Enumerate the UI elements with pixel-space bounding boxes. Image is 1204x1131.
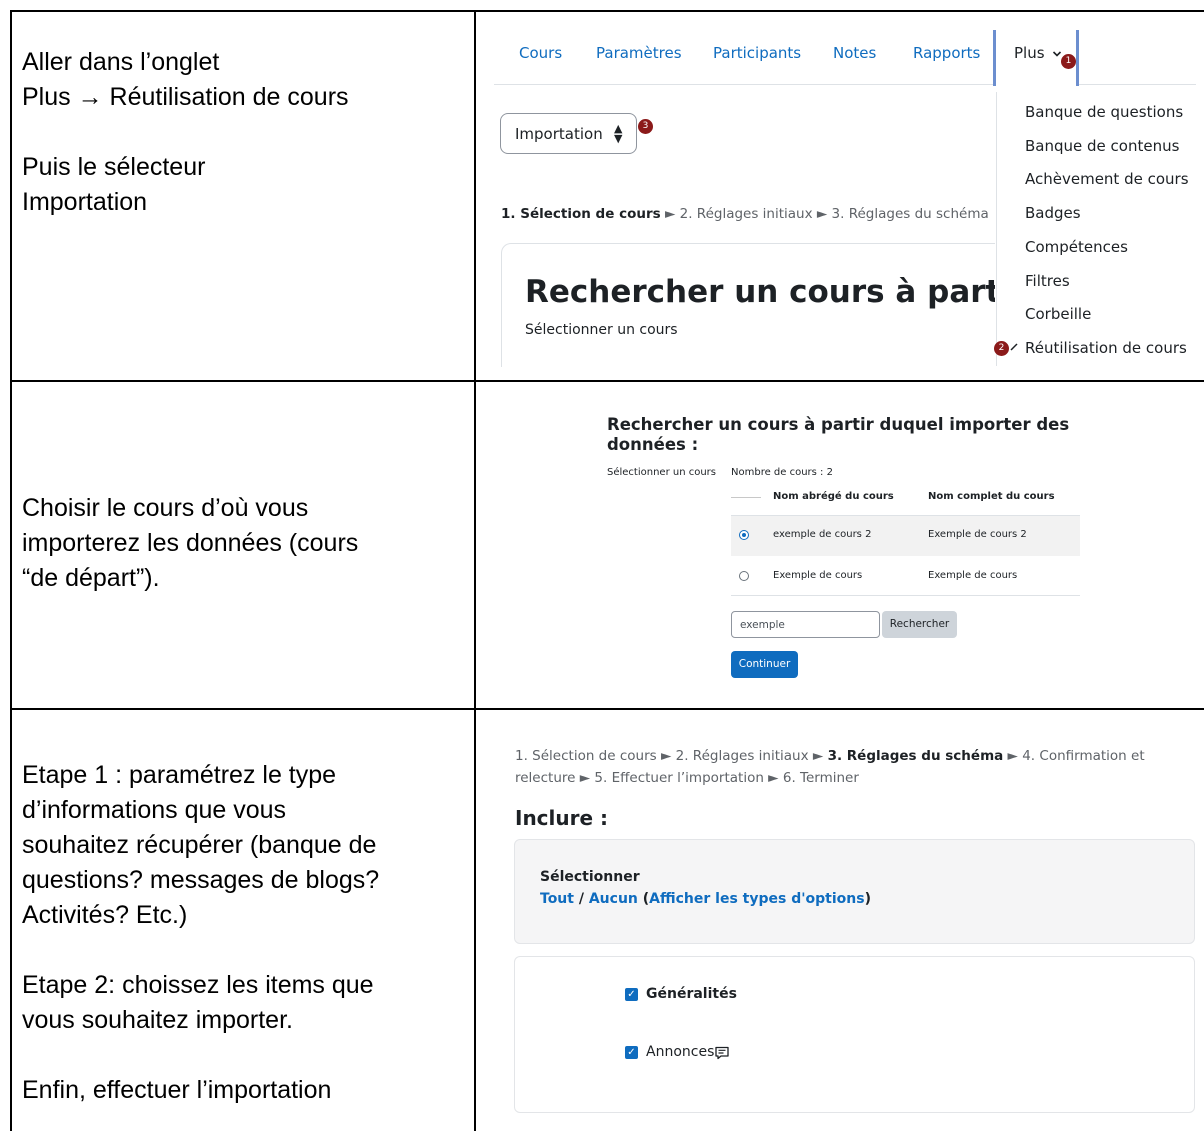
menu-item-reutilisation[interactable]: Réutilisation de cours	[1025, 339, 1187, 357]
tab-rapports[interactable]: Rapports	[913, 44, 980, 62]
steps-pre: 1. Sélection de cours ► 2. Réglages init…	[515, 748, 828, 764]
menu-item-achevement[interactable]: Achèvement de cours	[1025, 170, 1189, 188]
forum-icon	[715, 1046, 729, 1060]
menu-item-badges[interactable]: Badges	[1025, 204, 1081, 222]
course-full-1: Exemple de cours 2	[928, 529, 1027, 540]
options-panel	[514, 956, 1195, 1113]
col-header-full: Nom complet du cours	[928, 491, 1055, 502]
continue-button[interactable]: Continuer	[731, 651, 798, 678]
row-divider-2	[10, 708, 1204, 710]
select-links: Tout / Aucun (Afficher les types d'optio…	[540, 891, 871, 907]
search-card-sub: Sélectionner un cours	[525, 322, 678, 338]
paren-open: (	[637, 891, 650, 907]
arrow-right-icon	[1010, 343, 1018, 351]
course-short-1: exemple de cours 2	[773, 529, 872, 540]
course-search-title: Rechercher un cours à partir duquel impo…	[607, 415, 1070, 454]
menu-item-corbeille[interactable]: Corbeille	[1025, 305, 1091, 323]
instruction-row-1: Aller dans l’onglet Plus → Réutilisation…	[22, 48, 349, 216]
step-badge-2: 2	[994, 341, 1009, 356]
sort-arrows-icon: ▲ ▼	[614, 122, 623, 145]
tab-cours[interactable]: Cours	[519, 44, 562, 62]
select-all-link[interactable]: Tout	[540, 891, 574, 907]
option-generalites: Généralités	[646, 986, 737, 1002]
tab-notes[interactable]: Notes	[833, 44, 876, 62]
select-none-link[interactable]: Aucun	[589, 891, 638, 907]
tabs-divider	[494, 84, 1196, 85]
step-rest: ► 2. Réglages initiaux ► 3. Réglages du …	[660, 206, 989, 222]
tab-plus[interactable]: Plus	[1014, 44, 1062, 62]
tab-participants[interactable]: Participants	[713, 44, 801, 62]
show-option-types-link[interactable]: Afficher les types d'options	[649, 891, 864, 907]
import-selector-value: Importation	[515, 125, 603, 143]
menu-item-competences[interactable]: Compétences	[1025, 238, 1128, 256]
col-header-short: Nom abrégé du cours	[773, 491, 894, 502]
course-short-2: Exemple de cours	[773, 570, 863, 581]
course-radio-2[interactable]	[739, 571, 749, 581]
chevron-down-icon	[1053, 50, 1062, 57]
table-bottom-divider	[731, 595, 1080, 596]
select-sep: /	[573, 891, 589, 907]
select-title: Sélectionner	[540, 869, 640, 885]
option-annonces: Annonces	[646, 1044, 715, 1060]
step-badge-1: 1	[1061, 54, 1076, 69]
menu-item-filtres[interactable]: Filtres	[1025, 272, 1070, 290]
checkbox-checked-icon[interactable]: ✓	[625, 1046, 638, 1059]
tab-parametres[interactable]: Paramètres	[596, 44, 682, 62]
row-divider-1	[10, 380, 1204, 382]
tab-plus-label: Plus	[1014, 44, 1045, 62]
course-search-input[interactable]: exemple	[731, 611, 880, 638]
instruction-row-2: Choisir le cours d’où vous importerez le…	[22, 494, 359, 592]
course-select-label: Sélectionner un cours	[607, 467, 716, 478]
step-badge-3: 3	[638, 119, 653, 134]
include-heading: Inclure :	[515, 806, 609, 830]
course-full-2: Exemple de cours	[928, 570, 1018, 581]
table-header-rule	[731, 497, 761, 498]
course-radio-1[interactable]	[739, 530, 749, 540]
import-steps-full: 1. Sélection de cours ► 2. Réglages init…	[515, 745, 1195, 789]
paren-close: )	[864, 891, 871, 907]
search-button[interactable]: Rechercher	[882, 611, 957, 638]
checkbox-checked-icon[interactable]: ✓	[625, 988, 638, 1001]
search-card-heading: Rechercher un cours à partir duquel impo…	[525, 274, 995, 310]
search-course-card: Rechercher un cours à partir duquel impo…	[501, 243, 995, 367]
plus-dropdown-menu: Banque de questions Banque de contenus A…	[996, 92, 1204, 366]
menu-item-banque-questions[interactable]: Banque de questions	[1025, 103, 1183, 121]
steps-current: 3. Réglages du schéma	[827, 748, 1004, 764]
column-divider	[474, 10, 476, 1131]
step-current: 1. Sélection de cours	[501, 206, 661, 222]
course-count: Nombre de cours : 2	[731, 467, 833, 478]
instruction-row-3: Etape 1 : paramétrez le type d’informati…	[22, 761, 380, 1104]
menu-item-banque-contenus[interactable]: Banque de contenus	[1025, 137, 1179, 155]
import-steps-breadcrumb: 1. Sélection de cours ► 2. Réglages init…	[501, 206, 995, 222]
import-selector[interactable]: Importation ▲ ▼	[500, 113, 637, 154]
